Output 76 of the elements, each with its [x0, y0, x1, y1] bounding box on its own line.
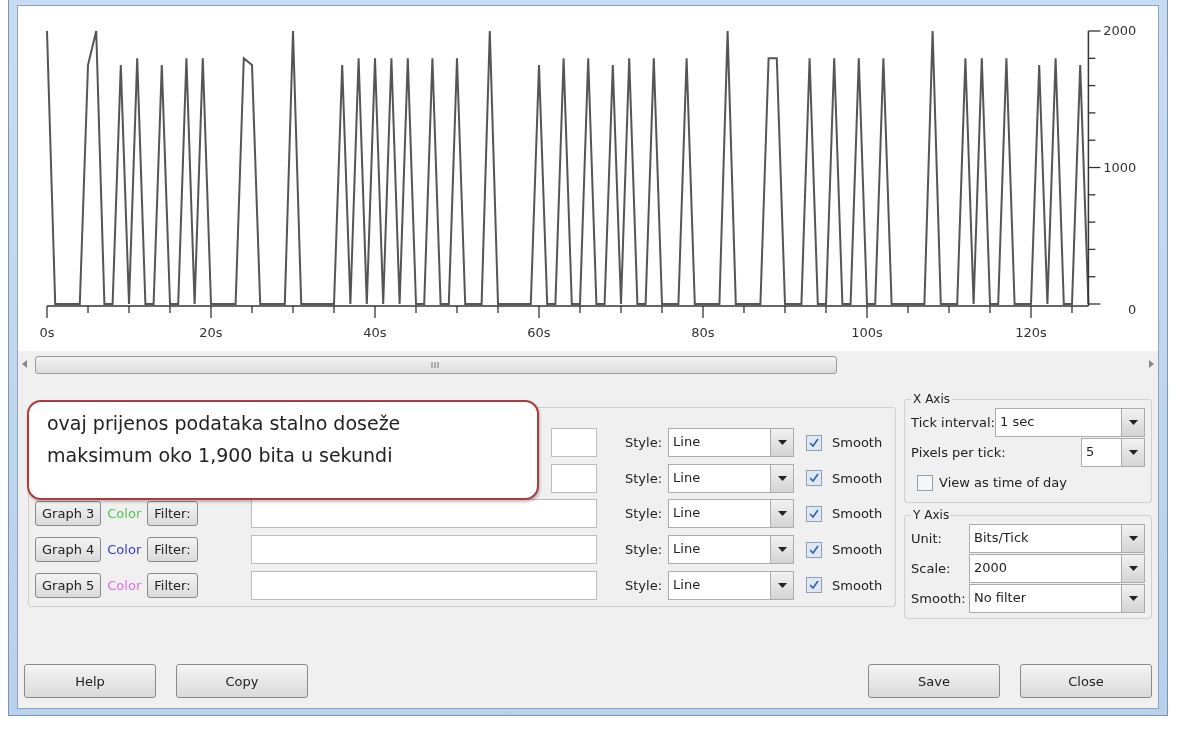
smooth-checkbox[interactable]	[806, 506, 823, 522]
field-label: Smooth:	[911, 591, 966, 606]
style-label: Style:	[625, 506, 663, 522]
graph-button[interactable]: Graph 5	[35, 572, 102, 598]
dropdown[interactable]: Line	[668, 428, 795, 458]
caret-icon	[1128, 420, 1138, 425]
style-label: Style:	[625, 577, 663, 593]
dropdown[interactable]: Bits/Tick	[969, 524, 1145, 553]
smooth-label: Smooth	[832, 542, 883, 558]
group-title: X Axis	[911, 392, 953, 406]
smooth-label: Smooth	[832, 506, 883, 522]
smooth-label: Smooth	[832, 470, 883, 486]
x-tick-label: 20s	[199, 325, 223, 340]
scroll-left-icon[interactable]	[22, 360, 27, 370]
dropdown[interactable]: Line	[668, 570, 795, 600]
caret-icon	[777, 582, 787, 588]
caret-icon	[777, 475, 787, 481]
smooth-checkbox[interactable]	[806, 541, 823, 558]
dropdown[interactable]: No filter	[969, 584, 1145, 613]
smooth-checkbox[interactable]	[806, 577, 823, 594]
filter-button[interactable]: Filter:	[147, 537, 198, 563]
scroll-right-icon[interactable]	[1149, 360, 1154, 370]
y-tick-label: 1000	[1103, 159, 1137, 175]
dropdown[interactable]: Line	[668, 463, 795, 493]
x-tick-label: 0s	[39, 325, 55, 340]
caret-icon	[1128, 596, 1138, 601]
filter-button[interactable]: Filter:	[147, 501, 198, 527]
x-tick-label: 100s	[851, 325, 883, 340]
color-label[interactable]: Color	[107, 542, 142, 558]
smooth-label: Smooth	[832, 435, 883, 451]
x-tick-label: 60s	[527, 325, 551, 340]
caret-icon	[777, 440, 787, 446]
smooth-checkbox[interactable]	[806, 470, 823, 487]
field-label: Pixels per tick:	[911, 445, 1006, 460]
caret-icon	[1128, 536, 1138, 541]
y-tick-label: 0	[1128, 302, 1137, 317]
graph-button[interactable]: Graph 4	[35, 537, 102, 563]
filter-input[interactable]	[251, 570, 597, 600]
x-tick-label: 120s	[1015, 325, 1047, 340]
filter-button[interactable]: Filter:	[147, 572, 198, 598]
group-title: Y Axis	[911, 508, 952, 522]
style-label: Style:	[625, 470, 663, 486]
dropdown[interactable]: 5	[1081, 438, 1145, 467]
field-label: Scale:	[911, 561, 951, 576]
graph-button[interactable]: Graph 3	[35, 501, 102, 527]
time-of-day-checkbox[interactable]	[917, 474, 934, 491]
caret-icon	[1128, 450, 1138, 455]
dropdown[interactable]: Line	[668, 499, 795, 529]
field-label: Unit:	[911, 531, 942, 546]
dialog-button[interactable]: Copy	[176, 664, 308, 698]
grip-icon	[431, 362, 441, 368]
y-tick-label: 2000	[1103, 23, 1137, 38]
caret-icon	[777, 511, 787, 517]
smooth-checkbox[interactable]	[806, 434, 823, 451]
style-label: Style:	[625, 542, 663, 558]
filter-input[interactable]	[251, 535, 597, 565]
filter-input[interactable]	[251, 499, 597, 529]
style-label: Style:	[625, 435, 663, 451]
x-tick-label: 80s	[691, 325, 715, 340]
dropdown[interactable]: 2000	[969, 554, 1145, 583]
x-tick-label: 40s	[363, 325, 387, 340]
annotation-text: maksimum oko 1,900 bita u sekundi	[47, 444, 394, 466]
checkbox-label: View as time of day	[939, 475, 1068, 490]
filter-input[interactable]	[551, 463, 597, 493]
field-label: Tick interval:	[911, 415, 995, 430]
dialog-button[interactable]: Save	[868, 664, 1000, 698]
filter-input[interactable]	[551, 428, 597, 458]
dropdown[interactable]: Line	[668, 535, 795, 565]
dropdown[interactable]: 1 sec	[995, 408, 1145, 437]
annotation-text: ovaj prijenos podataka stalno doseže	[47, 412, 402, 434]
scrollbar-thumb[interactable]	[35, 356, 837, 374]
caret-icon	[1128, 566, 1138, 571]
smooth-label: Smooth	[832, 577, 883, 593]
dialog-button[interactable]: Close	[1020, 664, 1152, 698]
caret-icon	[777, 547, 787, 553]
dialog-button[interactable]: Help	[24, 664, 156, 698]
